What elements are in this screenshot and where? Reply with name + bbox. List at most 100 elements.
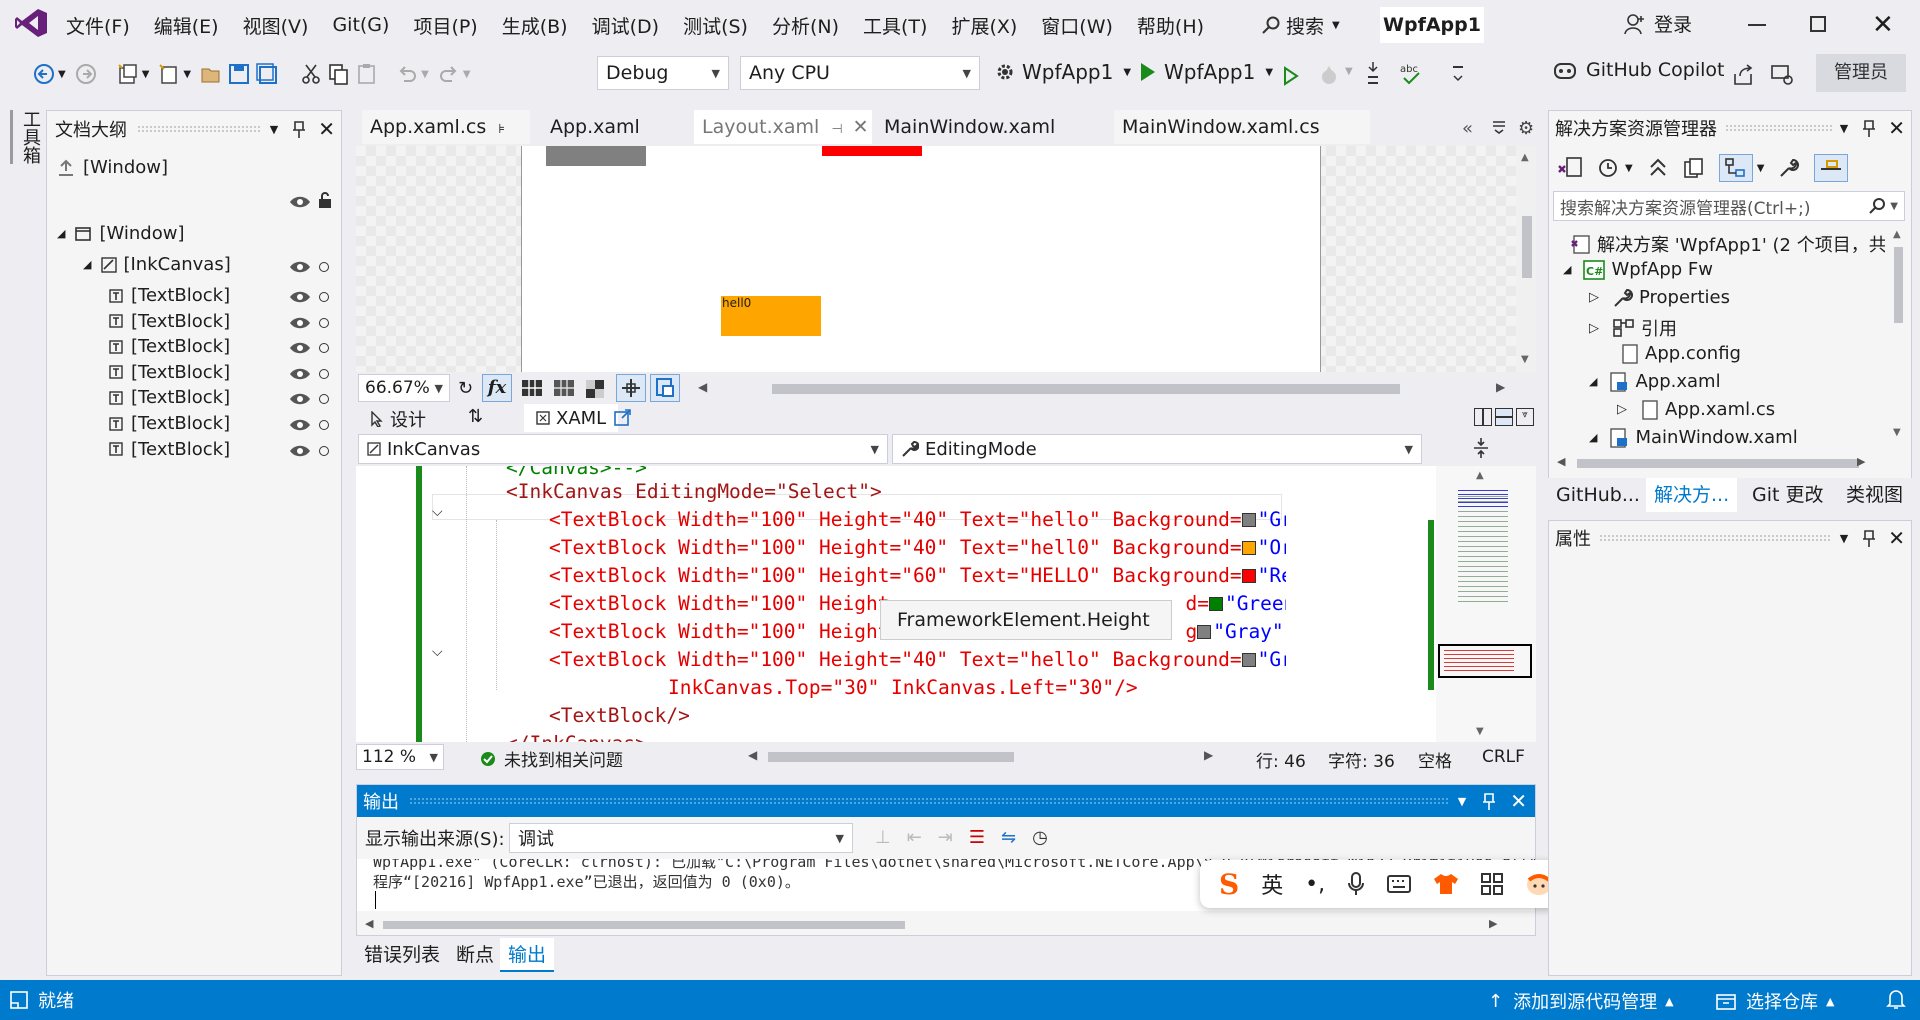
outline-node-textblock[interactable]: [TextBlock] <box>109 413 230 434</box>
share-icon[interactable] <box>1732 64 1754 86</box>
outline-node-textblock[interactable]: [TextBlock] <box>109 362 230 383</box>
references-node[interactable]: ▷ 引用 <box>1589 315 1677 341</box>
line-indicator[interactable]: 行: 46 <box>1256 747 1306 772</box>
collapse-all-icon[interactable] <box>1647 157 1669 179</box>
pin-icon[interactable] <box>1862 119 1876 137</box>
find-message-icon[interactable]: ⊥ <box>875 827 891 848</box>
output-horizontal-scroll-thumb[interactable] <box>383 921 905 929</box>
login-button[interactable]: 登录 <box>1624 10 1692 37</box>
redo-icon[interactable] <box>438 56 460 92</box>
toolbar-overflow-icon[interactable] <box>1452 62 1464 88</box>
outline-node-textblock[interactable]: [TextBlock] <box>109 336 230 357</box>
platform-dropdown[interactable]: Any CPU ▼ <box>740 56 980 90</box>
swap-panes-icon[interactable]: ⇅ <box>468 406 483 427</box>
lock-toggle-icon[interactable] <box>319 420 329 430</box>
popout-xaml-icon[interactable] <box>614 408 632 426</box>
menu-item[interactable]: 窗口(W) <box>1029 12 1125 39</box>
visibility-eye-icon[interactable] <box>289 195 311 209</box>
paste-icon[interactable] <box>356 56 378 92</box>
split-editor-icon[interactable] <box>1472 436 1490 460</box>
menu-item[interactable]: 扩展(X) <box>939 12 1029 39</box>
app-xaml-cs-node[interactable]: ▷ App.xaml.cs <box>1617 399 1775 420</box>
outline-root-window[interactable]: [Window] <box>57 157 168 178</box>
close-window-icon[interactable]: ✕ <box>1872 10 1894 40</box>
tab-app-xaml-cs[interactable]: App.xaml.cs ⊧ <box>362 110 530 144</box>
scroll-left-icon[interactable]: ◀ <box>1557 455 1565 468</box>
menu-item[interactable]: 分析(N) <box>760 12 851 39</box>
visibility-eye-icon[interactable] <box>289 290 311 304</box>
outline-node-window[interactable]: ◢ [Window] <box>57 223 185 244</box>
scroll-tabs-left-icon[interactable]: « <box>1462 118 1473 139</box>
designer-vertical-scrollbar[interactable]: ▲ ▼ <box>1516 146 1536 372</box>
scroll-right-icon[interactable]: ▶ <box>1496 380 1505 394</box>
restore-icon[interactable] <box>1810 16 1826 32</box>
menu-item[interactable]: 项目(P) <box>401 12 489 39</box>
undo-icon[interactable] <box>396 56 418 92</box>
next-message-icon[interactable]: ⇥ <box>938 827 953 848</box>
start-debugging-button[interactable]: WpfApp1 ▼ <box>1140 60 1273 84</box>
visibility-eye-icon[interactable] <box>289 260 311 274</box>
lock-toggle-icon[interactable] <box>319 292 329 302</box>
grid-icon[interactable] <box>522 380 542 396</box>
skin-shirt-icon[interactable] <box>1433 873 1459 895</box>
panel-menu-icon[interactable]: ▼ <box>270 123 278 136</box>
tab-git-changes[interactable]: Git 更改 <box>1744 478 1832 512</box>
ime-language-toggle[interactable]: 英 <box>1261 868 1283 900</box>
show-all-files-icon[interactable] <box>1683 157 1705 179</box>
outline-node-inkcanvas[interactable]: ◢ [InkCanvas] <box>83 254 231 275</box>
scroll-left-icon[interactable]: ◀ <box>698 380 707 394</box>
select-repository-button[interactable]: 选择仓库 ▲ <box>1716 988 1834 1014</box>
visibility-eye-icon[interactable] <box>289 418 311 432</box>
toggle-word-wrap-icon[interactable]: ⇋ <box>1001 827 1016 848</box>
app-config-node[interactable]: App.config <box>1621 343 1741 364</box>
pin-icon[interactable] <box>1482 792 1496 810</box>
save-all-icon[interactable] <box>256 56 278 92</box>
tab-breakpoints[interactable]: 断点 <box>448 938 502 972</box>
scroll-left-icon[interactable]: ◀ <box>748 748 757 762</box>
menu-item[interactable]: 视图(V) <box>231 12 321 39</box>
settings-gear-icon[interactable]: ⚙ <box>1518 118 1534 139</box>
search-button[interactable]: 搜索 ▼ <box>1262 10 1340 40</box>
toolbox-tab[interactable]: 工具箱 <box>10 110 43 164</box>
checkerboard-icon[interactable] <box>586 380 604 398</box>
spell-check-icon[interactable]: abc <box>1400 62 1422 86</box>
visibility-eye-icon[interactable] <box>289 341 311 355</box>
menu-item[interactable]: 工具(T) <box>851 12 939 39</box>
pin-icon[interactable]: ⊣ <box>831 122 842 137</box>
microphone-icon[interactable] <box>1347 872 1365 896</box>
preview-selected-items-icon[interactable] <box>1814 154 1849 182</box>
punctuation-icon[interactable]: •, <box>1305 872 1325 897</box>
sync-with-active-document-icon[interactable] <box>1718 154 1753 182</box>
lock-toggle-icon[interactable] <box>319 262 329 272</box>
properties-node[interactable]: ▷ Properties <box>1589 287 1730 308</box>
snap-lines-icon[interactable] <box>616 374 646 402</box>
add-item-icon[interactable] <box>158 56 180 92</box>
tab-mainwindow-xaml-cs[interactable]: MainWindow.xaml.cs <box>1114 110 1370 144</box>
close-icon[interactable]: ✕ <box>1888 526 1905 550</box>
xaml-code-editor[interactable]: ⌵ ⌵ </Canvas>--> <InkCanvas EditingMode=… <box>356 466 1536 742</box>
snap-grid-icon[interactable] <box>554 380 574 396</box>
tab-error-list[interactable]: 错误列表 <box>356 938 448 972</box>
menu-item[interactable]: 编辑(E) <box>142 12 231 39</box>
editor-zoom-dropdown[interactable]: 112 % ▼ <box>356 744 444 770</box>
scroll-left-icon[interactable]: ◀ <box>365 917 373 930</box>
notifications-bell-icon[interactable] <box>1886 988 1906 1010</box>
lock-toggle-icon[interactable] <box>319 343 329 354</box>
issues-indicator[interactable]: 未找到相关问题 <box>480 746 623 771</box>
tab-mainwindow-xaml[interactable]: MainWindow.xaml <box>876 110 1110 144</box>
panel-menu-icon[interactable]: ▼ <box>1840 122 1848 135</box>
tab-layout-xaml[interactable]: Layout.xaml ⊣ ✕ <box>694 110 872 144</box>
outline-node-textblock[interactable]: [TextBlock] <box>109 311 230 332</box>
vertical-split-icon[interactable] <box>1474 408 1492 426</box>
scroll-right-icon[interactable]: ▶ <box>1857 455 1865 468</box>
indent-indicator[interactable]: 空格 <box>1418 747 1452 772</box>
outline-node-textblock[interactable]: [TextBlock] <box>109 285 230 306</box>
horizontal-split-icon[interactable] <box>1495 408 1513 426</box>
pin-icon[interactable] <box>1862 529 1876 547</box>
visibility-eye-icon[interactable] <box>289 367 311 381</box>
lock-toggle-icon[interactable] <box>319 317 329 328</box>
panel-menu-icon[interactable]: ▼ <box>1458 795 1466 808</box>
close-icon[interactable]: ✕ <box>1888 116 1905 140</box>
menu-item[interactable]: 文件(F) <box>54 12 142 39</box>
effects-fx-icon[interactable]: fx <box>482 374 512 402</box>
